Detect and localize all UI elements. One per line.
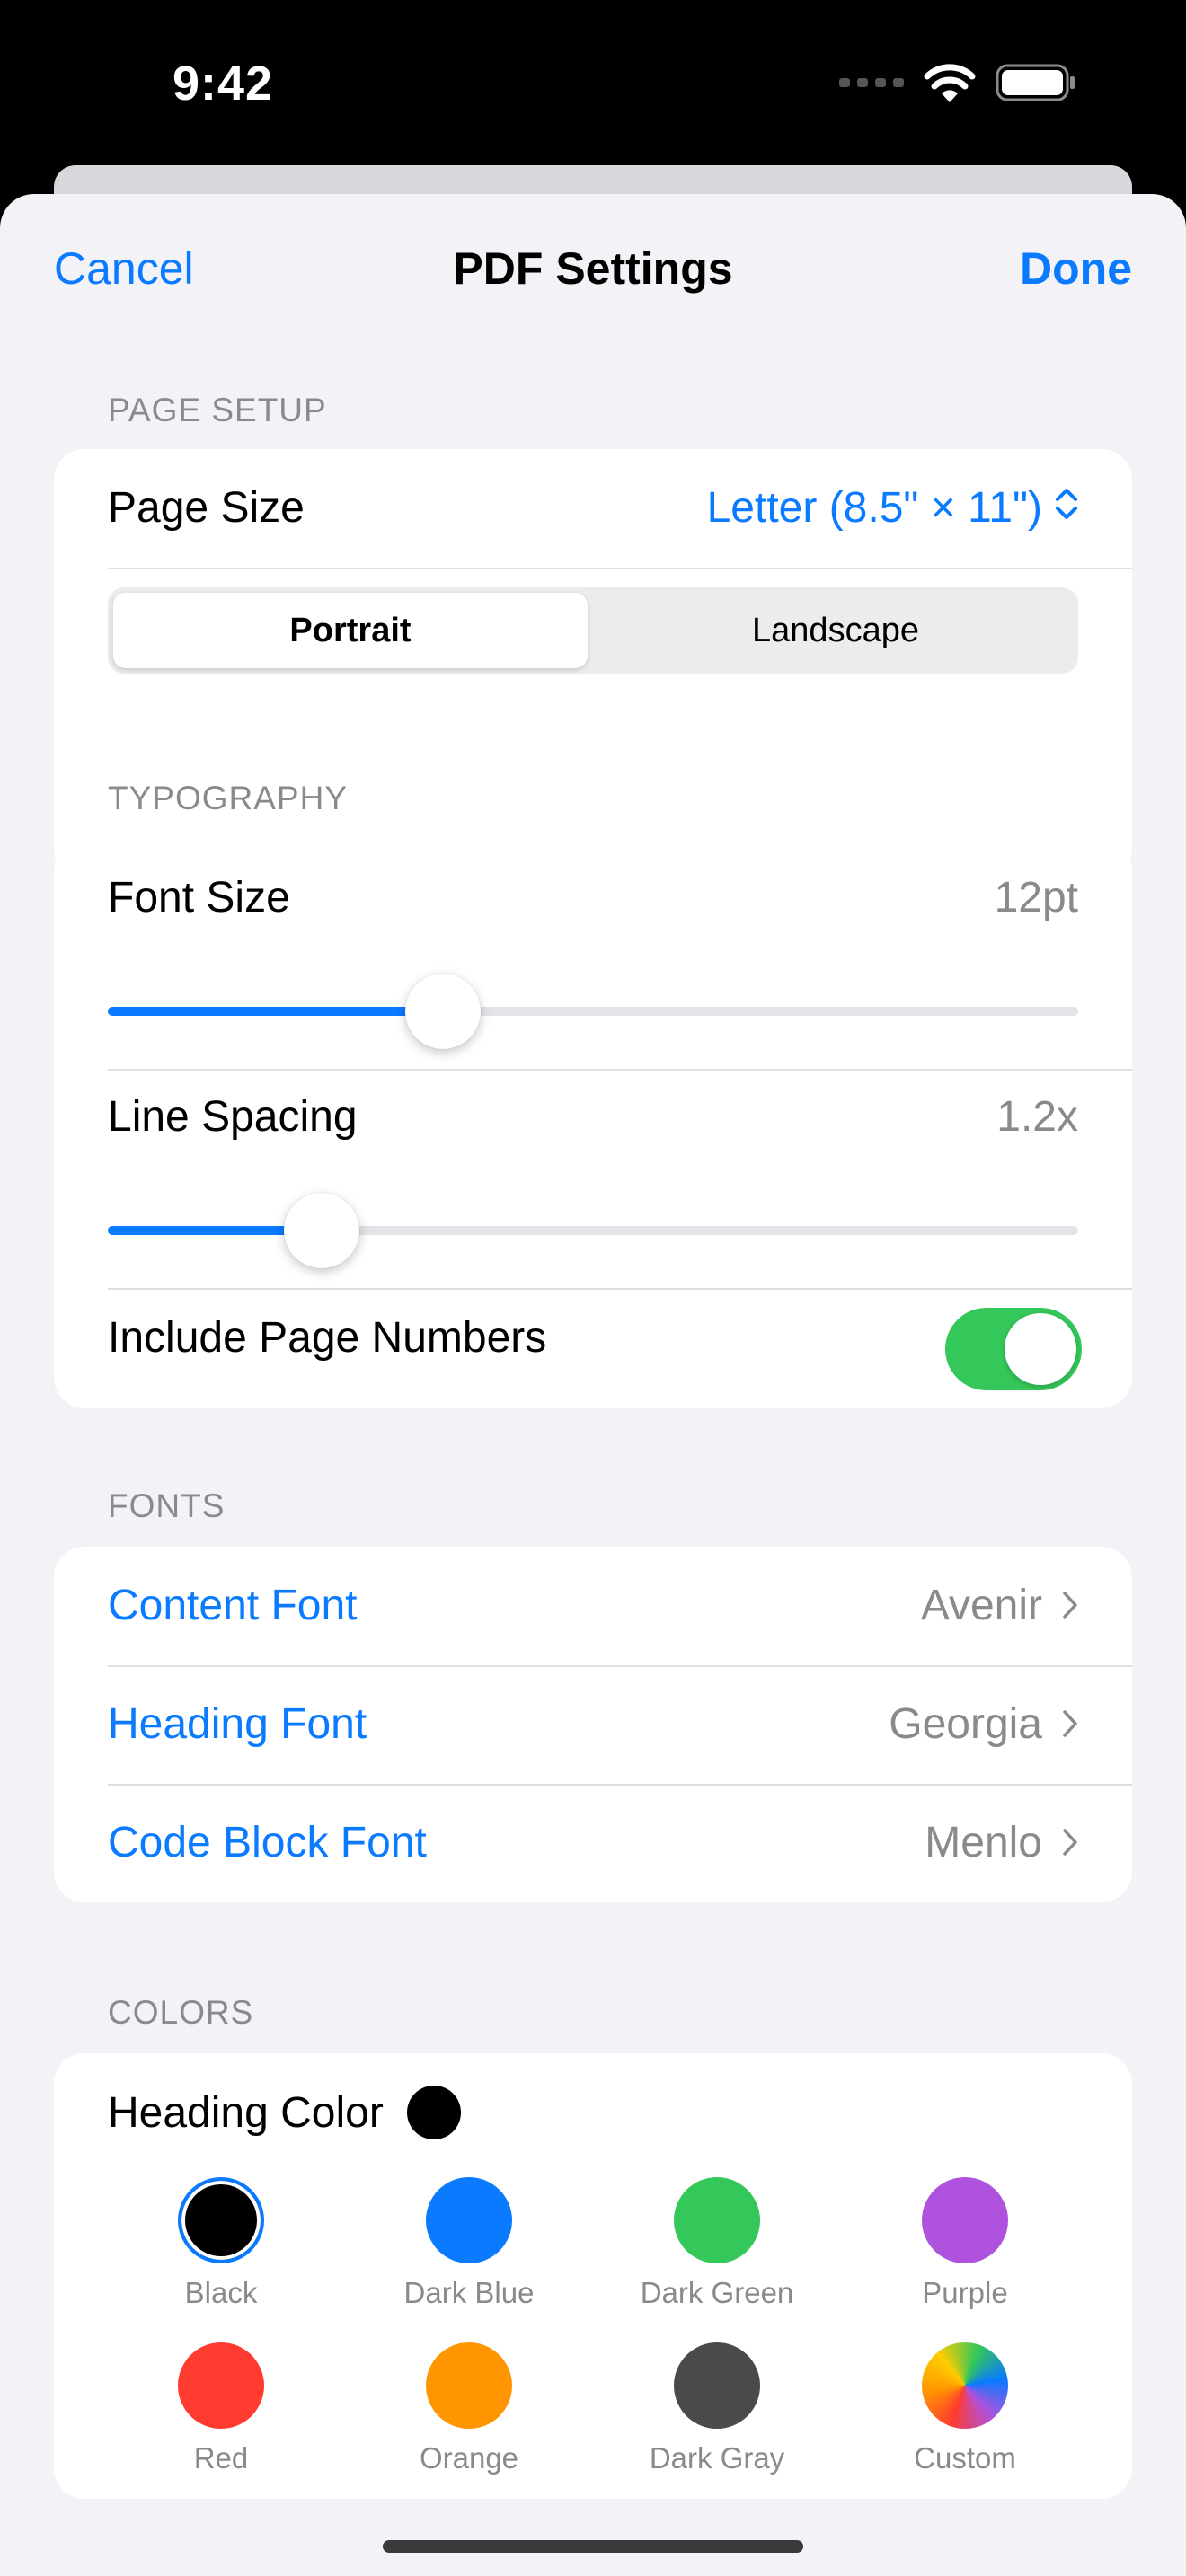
code-block-font-value: Menlo bbox=[925, 1819, 1042, 1866]
line-spacing-slider[interactable] bbox=[108, 1193, 1078, 1268]
slider-thumb[interactable] bbox=[283, 1193, 359, 1268]
font-size-value: 12pt bbox=[994, 874, 1078, 922]
status-time: 9:42 bbox=[173, 57, 274, 110]
segment-portrait[interactable]: Portrait bbox=[113, 593, 588, 668]
segment-landscape[interactable]: Landscape bbox=[598, 593, 1073, 668]
chevron-right-icon bbox=[1062, 1818, 1078, 1867]
color-label-orange: Orange bbox=[419, 2441, 519, 2475]
colors-card: Heading Color Black Dark Blue Dark Green… bbox=[54, 2053, 1132, 2499]
color-option-dark-green[interactable]: Dark Green bbox=[593, 2177, 841, 2310]
page-size-row[interactable]: Page Size Letter (8.5" × 11") bbox=[54, 449, 1132, 568]
chevron-up-down-icon bbox=[1055, 483, 1078, 533]
color-label-dark-gray: Dark Gray bbox=[649, 2441, 785, 2475]
heading-font-value-group: Georgia bbox=[889, 1699, 1078, 1749]
font-row-heading[interactable]: Heading Font Georgia bbox=[54, 1665, 1132, 1784]
code-block-font-value-group: Menlo bbox=[925, 1818, 1078, 1867]
color-label-red: Red bbox=[193, 2441, 249, 2475]
color-swatch-dark-blue bbox=[426, 2177, 512, 2263]
heading-color-label: Heading Color bbox=[108, 2088, 384, 2137]
line-spacing-value: 1.2x bbox=[996, 1093, 1078, 1141]
color-option-purple[interactable]: Purple bbox=[841, 2177, 1089, 2310]
font-size-slider[interactable] bbox=[108, 974, 1078, 1049]
color-swatch-dark-gray bbox=[674, 2342, 760, 2429]
heading-font-value: Georgia bbox=[889, 1700, 1042, 1748]
color-swatch-custom bbox=[922, 2342, 1008, 2429]
font-size-label: Font Size bbox=[108, 874, 290, 922]
color-swatch-purple bbox=[922, 2177, 1008, 2263]
page-numbers-toggle[interactable] bbox=[945, 1308, 1082, 1390]
section-header-colors: COLORS bbox=[108, 1994, 254, 2031]
chevron-right-icon bbox=[1062, 1699, 1078, 1749]
page-size-picker[interactable]: Letter (8.5" × 11") bbox=[707, 483, 1078, 533]
orientation-segmented-control[interactable]: Portrait Landscape bbox=[108, 587, 1078, 674]
content-font-value: Avenir bbox=[920, 1582, 1042, 1629]
section-header-typography: TYPOGRAPHY bbox=[108, 780, 348, 816]
color-swatch-black bbox=[178, 2177, 264, 2263]
page-size-label: Page Size bbox=[108, 484, 305, 532]
section-header-page-setup: PAGE SETUP bbox=[108, 392, 327, 428]
code-block-font-label: Code Block Font bbox=[108, 1819, 427, 1866]
heading-color-row: Heading Color bbox=[108, 2086, 461, 2139]
color-swatch-orange bbox=[426, 2342, 512, 2429]
content-font-value-group: Avenir bbox=[921, 1581, 1078, 1630]
color-label-dark-blue: Dark Blue bbox=[403, 2276, 535, 2309]
chevron-right-icon bbox=[1062, 1581, 1078, 1630]
home-indicator bbox=[383, 2540, 803, 2553]
fonts-card: Content Font Avenir Heading Font Georgia… bbox=[54, 1547, 1132, 1902]
divider bbox=[108, 1288, 1132, 1290]
heading-font-label: Heading Font bbox=[108, 1700, 367, 1748]
typography-card: Font Size 12pt Line Spacing 1.2x Include… bbox=[54, 839, 1132, 1408]
content-font-label: Content Font bbox=[108, 1582, 358, 1629]
page-title: PDF Settings bbox=[453, 243, 733, 294]
wifi-icon bbox=[924, 63, 976, 107]
cellular-signal-icon bbox=[839, 75, 904, 94]
color-label-custom: Custom bbox=[914, 2441, 1016, 2475]
color-option-dark-gray[interactable]: Dark Gray bbox=[593, 2342, 841, 2475]
font-row-code-block[interactable]: Code Block Font Menlo bbox=[54, 1784, 1132, 1902]
toggle-knob bbox=[1005, 1313, 1076, 1385]
divider bbox=[108, 568, 1132, 569]
battery-icon bbox=[996, 64, 1076, 106]
status-icons bbox=[839, 63, 1076, 107]
section-header-fonts: FONTS bbox=[108, 1487, 226, 1524]
status-bar: 9:42 bbox=[0, 0, 1186, 180]
font-row-content[interactable]: Content Font Avenir bbox=[54, 1547, 1132, 1665]
done-button[interactable]: Done bbox=[1020, 243, 1132, 295]
current-color-indicator bbox=[406, 2086, 461, 2139]
color-option-black[interactable]: Black bbox=[97, 2177, 345, 2310]
color-label-black: Black bbox=[184, 2276, 258, 2309]
color-option-red[interactable]: Red bbox=[97, 2342, 345, 2475]
page-numbers-label: Include Page Numbers bbox=[108, 1314, 547, 1362]
slider-fill bbox=[108, 1007, 443, 1016]
color-option-custom[interactable]: Custom bbox=[841, 2342, 1089, 2475]
line-spacing-label: Line Spacing bbox=[108, 1093, 358, 1141]
divider bbox=[108, 1069, 1132, 1071]
color-label-dark-green: Dark Green bbox=[640, 2276, 794, 2309]
color-label-purple: Purple bbox=[922, 2276, 1008, 2309]
slider-thumb[interactable] bbox=[404, 974, 481, 1049]
color-option-orange[interactable]: Orange bbox=[345, 2342, 593, 2475]
color-swatch-dark-green bbox=[674, 2177, 760, 2263]
color-swatch-red bbox=[178, 2342, 264, 2429]
pdf-settings-sheet: Cancel PDF Settings Done PAGE SETUP Page… bbox=[0, 194, 1186, 2576]
color-option-dark-blue[interactable]: Dark Blue bbox=[345, 2177, 593, 2310]
page-size-value: Letter (8.5" × 11") bbox=[706, 484, 1042, 532]
